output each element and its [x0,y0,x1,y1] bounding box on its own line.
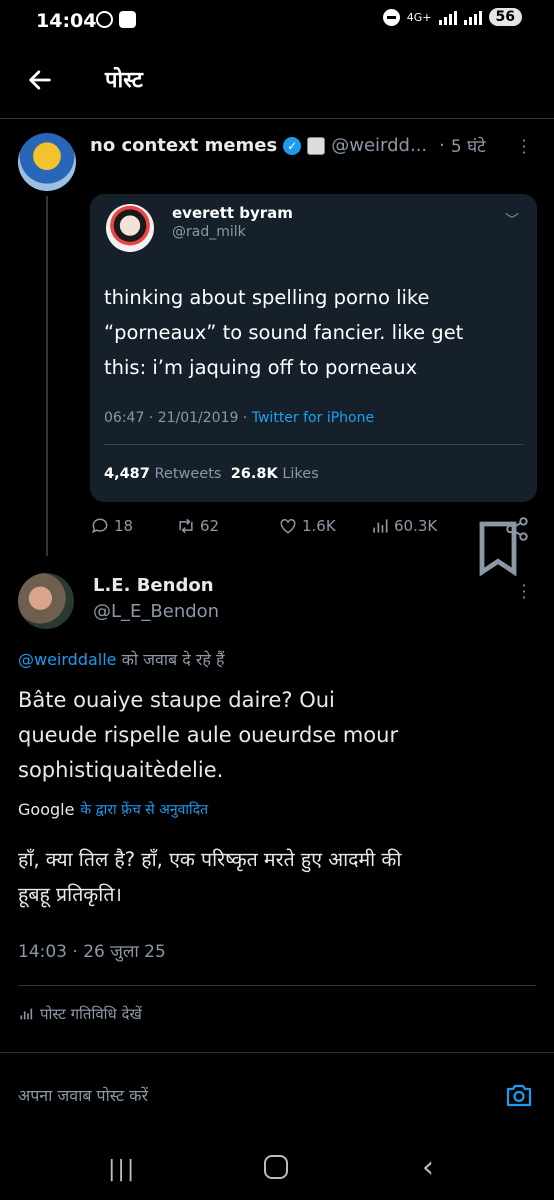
views-button[interactable]: 60.3K [370,516,437,536]
thread-connector [46,196,48,556]
reply-text-line: sophistiquaitèdelie. [18,758,224,782]
camera-icon[interactable] [505,1082,533,1108]
post-activity-link[interactable]: पोस्ट गतिविधि देखें [18,1004,142,1024]
quoted-tweet-card[interactable]: everett byram @rad_milk ﹀ thinking about… [90,194,537,502]
network-type: 4G+ [406,10,432,24]
back-arrow-icon[interactable] [26,66,54,94]
separator-dot: · [439,135,445,156]
message-notification-icon [119,11,136,28]
quoted-avatar [106,204,154,252]
divider [0,1052,554,1053]
signal-sim2-icon [463,9,482,25]
header-divider [0,118,554,119]
repost-count: 62 [200,517,220,535]
translation-attribution[interactable]: Google के द्वारा फ़्रेंच से अनुवादित [18,800,208,819]
quoted-meta: 06:47 · 21/01/2019 · Twitter for iPhone [104,410,374,426]
quoted-source: Twitter for iPhone [251,410,375,426]
more-options-icon[interactable]: · · · [518,133,530,161]
author-handle[interactable]: @weirdd... [331,135,427,156]
reply-icon [92,518,108,534]
reply-input[interactable]: अपना जवाब पोस्ट करें [18,1084,148,1106]
translated-text-line: हूबहू प्रतिकृति। [18,883,122,906]
status-notification-icons [96,11,136,28]
status-right: 4G+ 56 [382,8,522,26]
reply-button[interactable]: 18 [90,516,133,536]
signal-icon [438,9,457,25]
views-count: 60.3K [394,517,438,535]
app-notification-icon [96,11,113,28]
quoted-author-handle: @rad_milk [172,224,246,240]
quoted-stats: 4,487 Retweets 26.8K Likes [104,466,319,482]
quoted-author-name: everett byram [172,204,293,222]
translated-text: हाँ, क्या तिल है? हाँ, एक परिष्कृत मरते … [18,842,538,912]
verified-badge-icon: ✓ [283,136,302,155]
quoted-likes-count: 26.8K [230,466,278,482]
google-logo: Google [18,800,75,819]
repost-icon [179,518,193,534]
activity-chart-icon [20,1008,33,1020]
reply-timestamp: 14:03 · 26 जुला 25 [18,942,166,962]
reply-author-name[interactable]: L.E. Bendon [93,575,214,596]
reply-text-line: queude rispelle aule oueurdse mour [18,723,399,747]
repost-button[interactable]: 62 [176,516,219,536]
affiliate-badge-icon [307,136,326,155]
author-avatar[interactable] [18,133,76,191]
reply-count: 18 [114,517,134,535]
reply-text-line: Bâte ouaiye staupe daire? Oui [18,688,335,712]
like-button[interactable]: 1.6K [278,516,336,536]
chevron-down-icon: ﹀ [505,213,519,229]
share-icon[interactable] [504,516,530,542]
do-not-disturb-icon [382,8,400,26]
quoted-text-line: this: i’m jaquing off to porneaux [104,356,418,379]
views-chart-icon [373,519,388,533]
divider [18,985,536,986]
quoted-text: thinking about spelling porno like “porn… [104,280,524,385]
replying-suffix: को जवाब दे रहे हैं [116,650,225,669]
quoted-retweets-count: 4,487 [104,466,150,482]
post-time: 5 घंटे [450,137,486,157]
reply-more-options-icon[interactable]: · · · [518,578,530,606]
quoted-likes-label: Likes [282,466,319,482]
post-activity-label: पोस्ट गतिविधि देखें [40,1005,142,1023]
heart-icon [280,518,296,534]
reply-text: Bâte ouaiye staupe daire? Oui queude ris… [18,683,538,788]
replying-mention-link[interactable]: @weirddalle [18,650,117,669]
quoted-timestamp: 06:47 · 21/01/2019 · [104,410,252,426]
page-title: पोस्ट [105,68,143,93]
like-count: 1.6K [302,517,336,535]
recent-apps-icon[interactable]: ||| [108,1157,136,1182]
quoted-text-line: “porneaux” to sound fancier. like get [104,321,464,344]
status-time: 14:04 [36,10,97,32]
reply-author-handle[interactable]: @L_E_Bendon [93,601,219,622]
author-name[interactable]: no context memes [90,135,277,156]
quoted-divider [104,444,524,445]
replying-to: @weirddalle को जवाब दे रहे हैं [18,648,224,670]
translated-text-line: हाँ, क्या तिल है? हाँ, एक परिष्कृत मरते … [18,848,402,871]
reply-author-avatar[interactable] [18,573,74,629]
post-author-row: no context memes ✓ @weirdd... · 5 घंटे [90,134,540,157]
nav-back-icon[interactable]: ‹ [422,1150,434,1185]
quoted-text-line: thinking about spelling porno like [104,286,430,309]
post-action-bar: 18 62 1.6K 60.3K [90,516,530,577]
translated-by-text[interactable]: के द्वारा फ़्रेंच से अनुवादित [80,800,208,819]
home-icon[interactable] [264,1155,288,1179]
battery-indicator: 56 [488,8,522,26]
quoted-retweets-label: Retweets [154,466,222,482]
